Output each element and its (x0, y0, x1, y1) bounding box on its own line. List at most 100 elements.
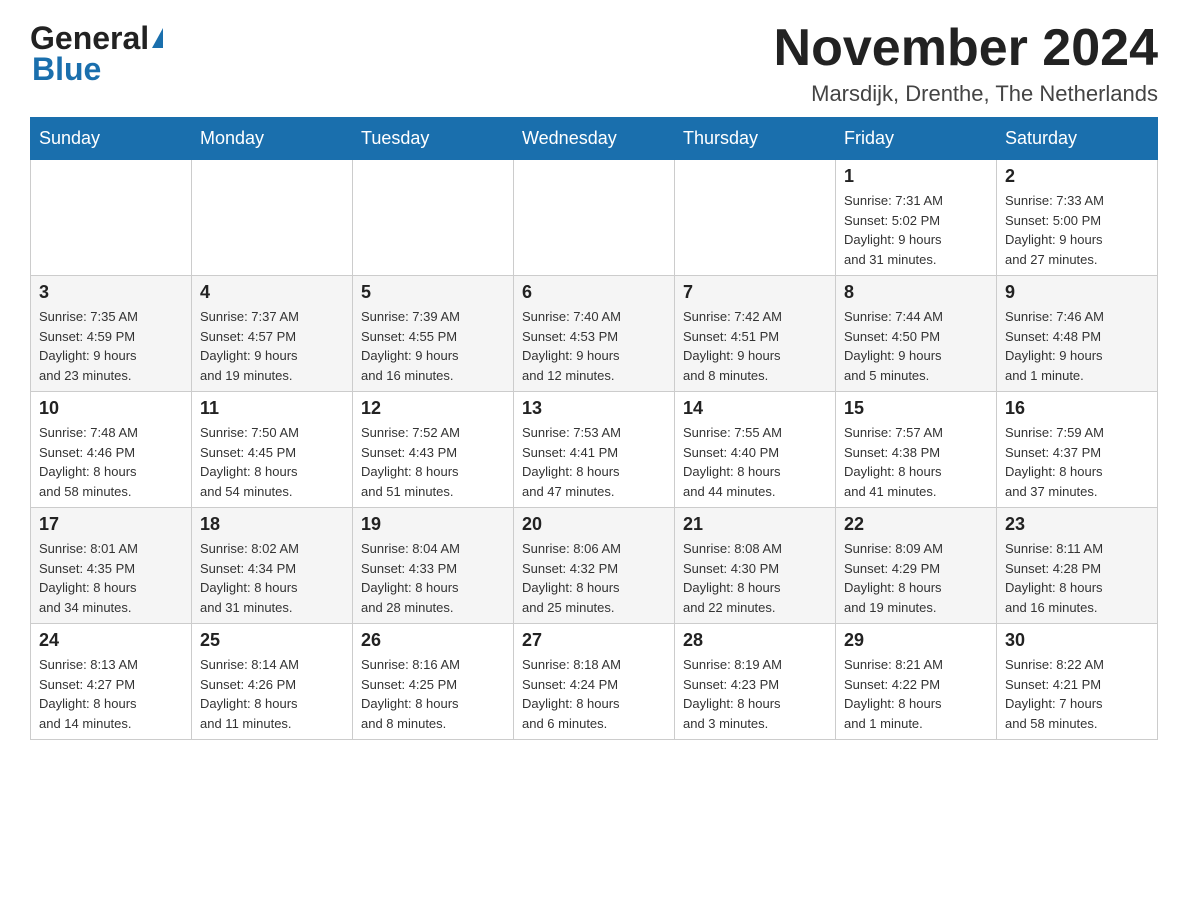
day-number: 19 (361, 514, 505, 535)
calendar-cell: 26Sunrise: 8:16 AM Sunset: 4:25 PM Dayli… (353, 624, 514, 740)
day-number: 16 (1005, 398, 1149, 419)
calendar-cell: 23 Sunrise: 8:11 AM Sunset: 4:28 PM Dayli… (997, 508, 1158, 624)
weekday-thursday: Thursday (675, 118, 836, 160)
calendar-cell (675, 160, 836, 276)
day-number: 9 (1005, 282, 1149, 303)
calendar-cell: 17 Sunrise: 8:01 AM Sunset: 4:35 PM Dayli… (31, 508, 192, 624)
location: Marsdijk, Drenthe, The Netherlands (774, 81, 1158, 107)
day-number: 8 (844, 282, 988, 303)
day-number: 7 (683, 282, 827, 303)
logo: General Blue (30, 20, 163, 88)
weekday-monday: Monday (192, 118, 353, 160)
calendar-cell: 2Sunrise: 7:33 AM Sunset: 5:00 PM Daylig… (997, 160, 1158, 276)
calendar-row-4: 17 Sunrise: 8:01 AM Sunset: 4:35 PM Dayli… (31, 508, 1158, 624)
day-info: Sunrise: 8:02 AM Sunset: 4:34 PM Dayligh… (200, 539, 344, 617)
day-info: Sunrise: 7:35 AM Sunset: 4:59 PM Dayligh… (39, 307, 183, 385)
weekday-saturday: Saturday (997, 118, 1158, 160)
day-info: Sunrise: 7:40 AM Sunset: 4:53 PM Dayligh… (522, 307, 666, 385)
day-info: Sunrise: 7:48 AM Sunset: 4:46 PM Dayligh… (39, 423, 183, 501)
day-number: 18 (200, 514, 344, 535)
logo-triangle-icon (152, 28, 163, 48)
title-block: November 2024 Marsdijk, Drenthe, The Net… (774, 20, 1158, 107)
calendar-cell (192, 160, 353, 276)
calendar-cell: 20 Sunrise: 8:06 AM Sunset: 4:32 PM Dayli… (514, 508, 675, 624)
day-number: 24 (39, 630, 183, 651)
day-info: Sunrise: 8:11 AM Sunset: 4:28 PM Dayligh… (1005, 539, 1149, 617)
day-info: Sunrise: 8:21 AM Sunset: 4:22 PM Dayligh… (844, 655, 988, 733)
calendar-cell: 19 Sunrise: 8:04 AM Sunset: 4:33 PM Dayli… (353, 508, 514, 624)
day-info: Sunrise: 7:59 AM Sunset: 4:37 PM Dayligh… (1005, 423, 1149, 501)
day-number: 11 (200, 398, 344, 419)
calendar-cell: 7Sunrise: 7:42 AM Sunset: 4:51 PM Daylig… (675, 276, 836, 392)
calendar-cell: 16 Sunrise: 7:59 AM Sunset: 4:37 PM Dayli… (997, 392, 1158, 508)
calendar-row-1: 1 Sunrise: 7:31 AM Sunset: 5:02 PM Daylig… (31, 160, 1158, 276)
day-number: 5 (361, 282, 505, 303)
calendar-cell: 21 Sunrise: 8:08 AM Sunset: 4:30 PM Dayli… (675, 508, 836, 624)
day-info: Sunrise: 8:16 AM Sunset: 4:25 PM Dayligh… (361, 655, 505, 733)
day-info: Sunrise: 7:46 AM Sunset: 4:48 PM Dayligh… (1005, 307, 1149, 385)
month-title: November 2024 (774, 20, 1158, 77)
calendar-cell: 6 Sunrise: 7:40 AM Sunset: 4:53 PM Daylig… (514, 276, 675, 392)
calendar-row-3: 10 Sunrise: 7:48 AM Sunset: 4:46 PM Dayli… (31, 392, 1158, 508)
day-number: 1 (844, 166, 988, 187)
logo-blue: Blue (32, 51, 101, 88)
day-number: 29 (844, 630, 988, 651)
calendar-cell: 3 Sunrise: 7:35 AM Sunset: 4:59 PM Daylig… (31, 276, 192, 392)
weekday-wednesday: Wednesday (514, 118, 675, 160)
weekday-friday: Friday (836, 118, 997, 160)
weekday-header-row: SundayMondayTuesdayWednesdayThursdayFrid… (31, 118, 1158, 160)
calendar-cell (353, 160, 514, 276)
day-info: Sunrise: 8:08 AM Sunset: 4:30 PM Dayligh… (683, 539, 827, 617)
calendar-cell: 4Sunrise: 7:37 AM Sunset: 4:57 PM Daylig… (192, 276, 353, 392)
day-number: 6 (522, 282, 666, 303)
calendar-cell (514, 160, 675, 276)
calendar-cell: 12 Sunrise: 7:52 AM Sunset: 4:43 PM Dayli… (353, 392, 514, 508)
day-info: Sunrise: 7:50 AM Sunset: 4:45 PM Dayligh… (200, 423, 344, 501)
day-info: Sunrise: 8:19 AM Sunset: 4:23 PM Dayligh… (683, 655, 827, 733)
calendar-cell: 25Sunrise: 8:14 AM Sunset: 4:26 PM Dayli… (192, 624, 353, 740)
day-number: 17 (39, 514, 183, 535)
day-number: 13 (522, 398, 666, 419)
day-info: Sunrise: 7:33 AM Sunset: 5:00 PM Dayligh… (1005, 191, 1149, 269)
calendar-table: SundayMondayTuesdayWednesdayThursdayFrid… (30, 117, 1158, 740)
day-number: 3 (39, 282, 183, 303)
day-number: 15 (844, 398, 988, 419)
day-number: 25 (200, 630, 344, 651)
calendar-cell (31, 160, 192, 276)
day-info: Sunrise: 8:06 AM Sunset: 4:32 PM Dayligh… (522, 539, 666, 617)
calendar-cell: 15 Sunrise: 7:57 AM Sunset: 4:38 PM Dayli… (836, 392, 997, 508)
page-header: General Blue November 2024 Marsdijk, Dre… (30, 20, 1158, 107)
day-info: Sunrise: 8:18 AM Sunset: 4:24 PM Dayligh… (522, 655, 666, 733)
day-info: Sunrise: 8:13 AM Sunset: 4:27 PM Dayligh… (39, 655, 183, 733)
day-info: Sunrise: 7:52 AM Sunset: 4:43 PM Dayligh… (361, 423, 505, 501)
day-info: Sunrise: 8:04 AM Sunset: 4:33 PM Dayligh… (361, 539, 505, 617)
day-number: 21 (683, 514, 827, 535)
day-number: 12 (361, 398, 505, 419)
day-info: Sunrise: 7:39 AM Sunset: 4:55 PM Dayligh… (361, 307, 505, 385)
calendar-cell: 11 Sunrise: 7:50 AM Sunset: 4:45 PM Dayli… (192, 392, 353, 508)
calendar-cell: 9 Sunrise: 7:46 AM Sunset: 4:48 PM Daylig… (997, 276, 1158, 392)
calendar-cell: 5 Sunrise: 7:39 AM Sunset: 4:55 PM Daylig… (353, 276, 514, 392)
day-info: Sunrise: 8:09 AM Sunset: 4:29 PM Dayligh… (844, 539, 988, 617)
day-number: 30 (1005, 630, 1149, 651)
calendar-cell: 24 Sunrise: 8:13 AM Sunset: 4:27 PM Dayli… (31, 624, 192, 740)
day-info: Sunrise: 7:57 AM Sunset: 4:38 PM Dayligh… (844, 423, 988, 501)
calendar-cell: 14 Sunrise: 7:55 AM Sunset: 4:40 PM Dayli… (675, 392, 836, 508)
calendar-cell: 22Sunrise: 8:09 AM Sunset: 4:29 PM Dayli… (836, 508, 997, 624)
day-info: Sunrise: 7:31 AM Sunset: 5:02 PM Dayligh… (844, 191, 988, 269)
weekday-tuesday: Tuesday (353, 118, 514, 160)
calendar-cell: 18 Sunrise: 8:02 AM Sunset: 4:34 PM Dayli… (192, 508, 353, 624)
calendar-cell: 28 Sunrise: 8:19 AM Sunset: 4:23 PM Dayli… (675, 624, 836, 740)
day-info: Sunrise: 7:55 AM Sunset: 4:40 PM Dayligh… (683, 423, 827, 501)
day-info: Sunrise: 7:44 AM Sunset: 4:50 PM Dayligh… (844, 307, 988, 385)
day-number: 20 (522, 514, 666, 535)
day-number: 4 (200, 282, 344, 303)
calendar-cell: 10 Sunrise: 7:48 AM Sunset: 4:46 PM Dayli… (31, 392, 192, 508)
calendar-cell: 27Sunrise: 8:18 AM Sunset: 4:24 PM Dayli… (514, 624, 675, 740)
calendar-row-5: 24 Sunrise: 8:13 AM Sunset: 4:27 PM Dayli… (31, 624, 1158, 740)
day-number: 28 (683, 630, 827, 651)
day-number: 23 (1005, 514, 1149, 535)
day-info: Sunrise: 8:01 AM Sunset: 4:35 PM Dayligh… (39, 539, 183, 617)
day-number: 10 (39, 398, 183, 419)
day-number: 14 (683, 398, 827, 419)
